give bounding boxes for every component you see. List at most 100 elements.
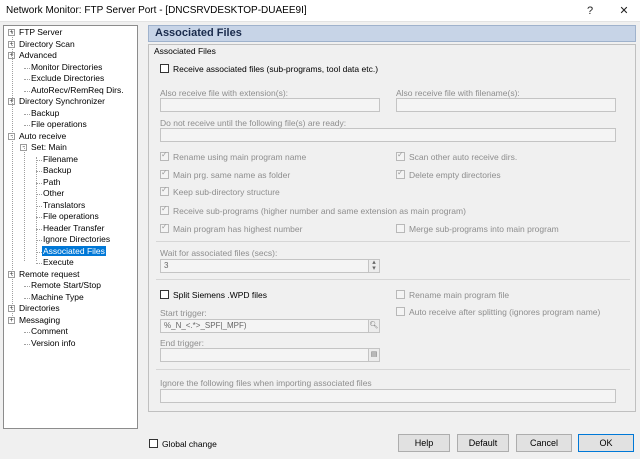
tree-item-label: Advanced xyxy=(19,50,57,60)
tree-item[interactable]: Monitor Directories xyxy=(30,62,103,73)
receive-sub-label: Receive sub-programs (higher number and … xyxy=(173,206,466,216)
tree-item[interactable]: Backup xyxy=(30,108,60,119)
help-icon[interactable]: ? xyxy=(576,0,604,22)
tree-item-label: Translators xyxy=(43,199,86,210)
help-button[interactable]: Help xyxy=(398,434,450,452)
tree-item[interactable]: File operations xyxy=(30,119,88,130)
main-prg-folder-checkbox[interactable] xyxy=(160,168,169,179)
tree-item[interactable]: FTP Server xyxy=(18,27,63,38)
tree-item[interactable]: Directories xyxy=(18,303,61,314)
tree-item[interactable]: File operations xyxy=(42,211,100,222)
tree-item[interactable]: Remote Start/Stop xyxy=(30,280,102,291)
tree-connector xyxy=(24,343,30,345)
page-title: Associated Files xyxy=(155,27,242,39)
spinner-arrows-icon[interactable]: ▴ ▾ xyxy=(368,260,379,272)
tree-item[interactable]: Messaging xyxy=(18,315,61,326)
tree-item-label: Header Transfer xyxy=(43,222,105,233)
tree-item[interactable]: Execute xyxy=(42,257,75,268)
rename-main-file-checkbox[interactable] xyxy=(396,290,405,299)
receive-associated-label: Receive associated files (sub-programs, … xyxy=(173,64,379,74)
separator xyxy=(156,241,630,242)
tree-item-label: Directories xyxy=(19,303,60,313)
tree-item[interactable]: Advanced xyxy=(18,50,58,61)
tree-item-label: AutoRecv/RemReq Dirs. xyxy=(31,84,124,95)
wait-label: Wait for associated files (secs): xyxy=(160,248,278,258)
default-button[interactable]: Default xyxy=(457,434,509,452)
tree-connector xyxy=(24,113,30,115)
split-siemens-checkbox[interactable] xyxy=(160,290,169,299)
keep-subdir-label: Keep sub-directory structure xyxy=(173,187,280,197)
tree-item[interactable]: Backup xyxy=(42,165,72,176)
tree-item[interactable]: Header Transfer xyxy=(42,223,105,234)
window-title: Network Monitor: FTP Server Port - [DNCS… xyxy=(6,5,307,16)
tree-connector xyxy=(36,263,42,264)
search-icon[interactable]: 🔍︎ xyxy=(368,320,379,332)
delete-empty-label: Delete empty directories xyxy=(409,170,501,180)
start-trigger-label: Start trigger: xyxy=(160,308,207,318)
tree-item-label: Directory Synchronizer xyxy=(19,96,105,106)
cancel-button[interactable]: Cancel xyxy=(516,434,572,452)
wait-value: 3 xyxy=(164,261,169,270)
main-highest-checkbox[interactable] xyxy=(160,222,169,233)
rename-main-checkbox[interactable] xyxy=(160,150,169,161)
ok-button[interactable]: OK xyxy=(578,434,634,452)
tree-connector xyxy=(24,67,30,69)
tree-connector xyxy=(24,79,30,80)
tree-connector xyxy=(24,125,30,126)
main-prg-folder-label: Main prg. same name as folder xyxy=(173,170,291,180)
delete-empty-checkbox[interactable] xyxy=(396,168,405,179)
tree-item[interactable]: Ignore Directories xyxy=(42,234,111,245)
tree-item[interactable]: Associated Files xyxy=(42,245,106,257)
tree-item[interactable]: Version info xyxy=(30,338,76,349)
tree-item-label: Filename xyxy=(43,153,78,164)
auto-receive-split-checkbox[interactable] xyxy=(396,307,405,316)
separator xyxy=(156,279,630,280)
tree-item[interactable]: Set: Main xyxy=(30,142,68,153)
keep-subdir-checkbox[interactable] xyxy=(160,185,169,196)
tree-item[interactable]: Remote request xyxy=(18,269,80,280)
global-change-checkbox[interactable] xyxy=(149,439,158,448)
merge-sub-checkbox[interactable] xyxy=(396,224,405,233)
document-icon[interactable]: ▤ xyxy=(368,349,379,361)
tree-item[interactable]: Filename xyxy=(42,154,79,165)
start-trigger-input[interactable]: %_N_<.*>_SPF|_MPF) 🔍︎ xyxy=(160,319,380,333)
ignore-input[interactable] xyxy=(160,389,616,403)
receive-associated-checkbox[interactable] xyxy=(160,64,169,73)
tree-item[interactable]: Machine Type xyxy=(30,292,85,303)
ready-input[interactable] xyxy=(160,128,616,142)
tree-item-label: Associated Files xyxy=(42,245,106,256)
tree-item[interactable]: Other xyxy=(42,188,65,199)
tree-item-label: Auto receive xyxy=(19,130,67,141)
receive-sub-checkbox[interactable] xyxy=(160,204,169,215)
merge-sub-label: Merge sub-programs into main program xyxy=(409,224,559,234)
end-trigger-input[interactable]: ▤ xyxy=(160,348,380,362)
tree-connector xyxy=(24,297,30,299)
tree-item[interactable]: Auto receive xyxy=(18,131,67,142)
scan-other-checkbox[interactable] xyxy=(396,150,405,161)
split-siemens-label: Split Siemens .WPD files xyxy=(173,290,267,300)
tree-item[interactable]: Path xyxy=(42,177,62,188)
tree-item[interactable]: Exclude Directories xyxy=(30,73,105,84)
navigation-tree[interactable]: FTP Server + Directory Scan + Advanced + Monit… xyxy=(3,25,138,429)
close-icon[interactable]: ✕ xyxy=(610,0,638,22)
tree-connector xyxy=(24,286,30,287)
rename-main-label: Rename using main program name xyxy=(173,152,307,162)
tree-item-label: Version info xyxy=(31,337,76,348)
tree-item[interactable]: Comment xyxy=(30,326,69,337)
tree-item[interactable]: Translators xyxy=(42,200,86,211)
expand-icon[interactable]: + xyxy=(8,316,15,324)
group-title: Associated Files xyxy=(154,46,216,56)
extension-input[interactable] xyxy=(160,98,380,112)
tree-item-label: Set: Main xyxy=(31,142,67,152)
tree-item-label: File operations xyxy=(43,211,99,221)
tree-item[interactable]: AutoRecv/RemReq Dirs. xyxy=(30,85,125,96)
tree-item[interactable]: Directory Synchronizer xyxy=(18,96,106,107)
filename-input[interactable] xyxy=(396,98,616,112)
wait-spinner[interactable]: 3 ▴ ▾ xyxy=(160,259,380,273)
tree-item-label: Comment xyxy=(31,326,68,336)
tree-connector xyxy=(12,32,13,316)
tree-connector xyxy=(24,146,25,261)
global-change-label: Global change xyxy=(162,439,217,449)
tree-connector xyxy=(24,332,30,333)
tree-item[interactable]: Directory Scan xyxy=(18,39,76,50)
